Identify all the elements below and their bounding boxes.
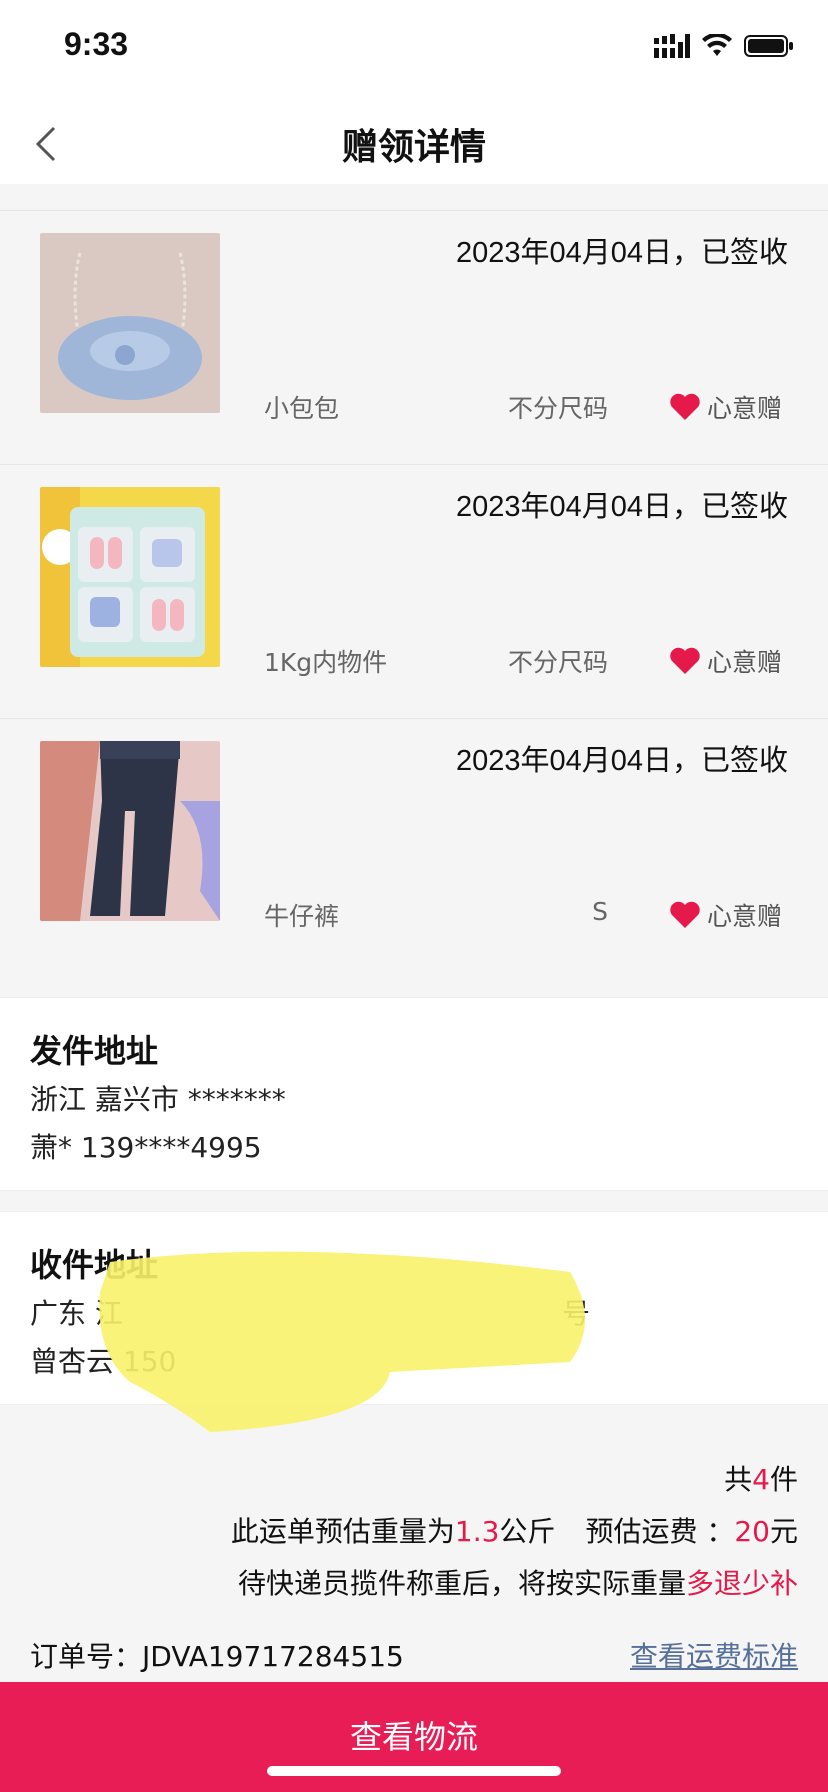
list-item[interactable]: 2023年04月04日，已签收 1Kg内物件 不分尺码 心意赠 — [0, 464, 828, 718]
item-image-earplugs[interactable] — [40, 487, 220, 667]
item-name: 牛仔裤 — [264, 902, 340, 931]
item-date: 2023年04月04日，已签收 — [455, 491, 788, 523]
sender-address-card: 发件地址 浙江 嘉兴市 ******* 萧* 139****4995 — [0, 997, 828, 1191]
gift-tag: 心意赠 — [669, 897, 782, 933]
list-item[interactable]: 2023年04月04日，已签收 牛仔裤 S 心意赠 — [0, 718, 828, 972]
status-icons — [654, 34, 794, 58]
item-name: 小包包 — [264, 394, 340, 423]
sender-region: 浙江 嘉兴市 ******* — [30, 1083, 286, 1116]
sender-contact: 萧* 139****4995 — [30, 1131, 262, 1164]
list-item[interactable]: 2023年04月04日，已签收 小包包 不分尺码 心意赠 — [0, 210, 828, 464]
item-size: 不分尺码 — [507, 394, 608, 423]
redaction-highlight — [99, 1251, 585, 1432]
item-size: 不分尺码 — [507, 648, 608, 677]
heart-icon — [670, 647, 700, 674]
item-list: 2023年04月04日，已签收 小包包 不分尺码 心意赠 2023年04月04日… — [0, 210, 828, 972]
home-indicator — [267, 1766, 561, 1776]
receiver-address-card: 收件地址 广东 江 号 曾杏云 150 — [0, 1211, 828, 1432]
gift-tag: 心意赠 — [669, 389, 782, 425]
summary-count: 共4件 — [724, 1463, 798, 1496]
status-bar: 9:33 — [0, 0, 828, 100]
item-image-bag[interactable] — [40, 233, 220, 413]
item-date: 2023年04月04日，已签收 — [455, 745, 788, 777]
page-title: 赠领详情 — [341, 127, 486, 168]
heart-icon — [670, 393, 700, 420]
gift-tag: 心意赠 — [669, 643, 782, 679]
gift-tag-label: 心意赠 — [706, 902, 782, 931]
nav-bar: 赠领详情 — [0, 100, 828, 184]
gift-tag-label: 心意赠 — [706, 394, 782, 423]
gift-tag-label: 心意赠 — [706, 648, 782, 677]
signal-icon — [654, 34, 690, 58]
summary-note: 待快递员揽件称重后，将按实际重量多退少补 — [237, 1567, 798, 1600]
item-name: 1Kg内物件 — [264, 648, 388, 677]
battery-icon — [744, 35, 793, 57]
wifi-icon — [702, 34, 732, 56]
order-number: 订单号：JDVA19717284515 — [30, 1640, 404, 1673]
fee-standard-link[interactable]: 查看运费标准 — [630, 1635, 798, 1675]
item-size: S — [592, 897, 608, 926]
sender-title: 发件地址 — [30, 1032, 159, 1070]
item-image-jeans[interactable] — [40, 741, 220, 921]
item-date: 2023年04月04日，已签收 — [455, 237, 788, 269]
status-time: 9:33 — [64, 26, 129, 62]
summary-weight: 此运单预估重量为1.3公斤 预估运费 ：20元 — [230, 1515, 798, 1548]
heart-icon — [670, 901, 700, 928]
